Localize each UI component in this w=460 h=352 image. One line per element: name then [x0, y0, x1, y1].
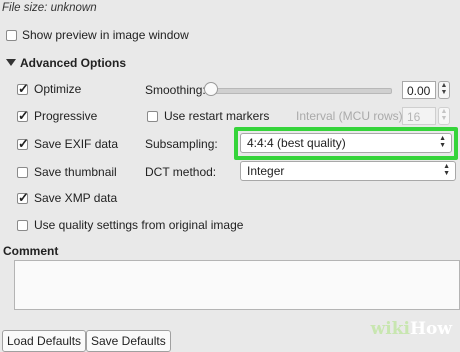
save-exif-checkbox[interactable]: [17, 136, 29, 152]
comment-textarea[interactable]: [14, 260, 460, 310]
show-preview-label: Show preview in image window: [22, 28, 189, 42]
use-quality-checkbox[interactable]: [17, 220, 28, 231]
restart-markers-label: Use restart markers: [164, 109, 270, 123]
comment-label: Comment: [3, 244, 59, 258]
dct-method-select[interactable]: Integer ▲ ▼: [240, 161, 456, 181]
dct-method-label: DCT method:: [145, 165, 217, 179]
highlight-box: [234, 127, 458, 160]
smoothing-value-input[interactable]: 0.00: [402, 81, 436, 99]
advanced-options-title[interactable]: Advanced Options: [20, 56, 126, 70]
wikihow-watermark: wikiHow: [370, 319, 452, 339]
load-defaults-button[interactable]: Load Defaults: [2, 330, 87, 352]
save-thumbnail-label: Save thumbnail: [34, 165, 117, 179]
progressive-label: Progressive: [34, 109, 98, 123]
disclosure-triangle-icon[interactable]: [6, 59, 16, 66]
save-defaults-button[interactable]: Save Defaults: [86, 330, 171, 352]
smoothing-label: Smoothing:: [145, 83, 206, 97]
interval-value-input: 16: [402, 107, 436, 125]
smoothing-slider-track[interactable]: [210, 88, 392, 94]
smoothing-stepper[interactable]: ▲ ▼: [438, 81, 450, 99]
save-thumbnail-checkbox[interactable]: [17, 167, 28, 178]
dct-method-selected-value: Integer: [247, 164, 285, 178]
save-exif-label: Save EXIF data: [34, 137, 119, 151]
optimize-checkbox[interactable]: [17, 81, 29, 97]
interval-label: Interval (MCU rows):: [296, 109, 407, 123]
restart-markers-checkbox[interactable]: [147, 111, 158, 122]
save-xmp-checkbox[interactable]: [17, 190, 29, 206]
interval-stepper: ▲ ▼: [438, 107, 450, 125]
show-preview-checkbox[interactable]: [6, 30, 17, 41]
subsampling-label: Subsampling:: [145, 137, 218, 151]
progressive-checkbox[interactable]: [17, 108, 29, 124]
chevron-updown-icon: ▲ ▼: [443, 163, 450, 177]
smoothing-slider-knob[interactable]: [204, 82, 218, 96]
use-quality-label: Use quality settings from original image: [34, 218, 244, 232]
optimize-label: Optimize: [34, 82, 82, 96]
file-size-label: File size: unknown: [2, 2, 97, 14]
save-xmp-label: Save XMP data: [34, 191, 118, 205]
